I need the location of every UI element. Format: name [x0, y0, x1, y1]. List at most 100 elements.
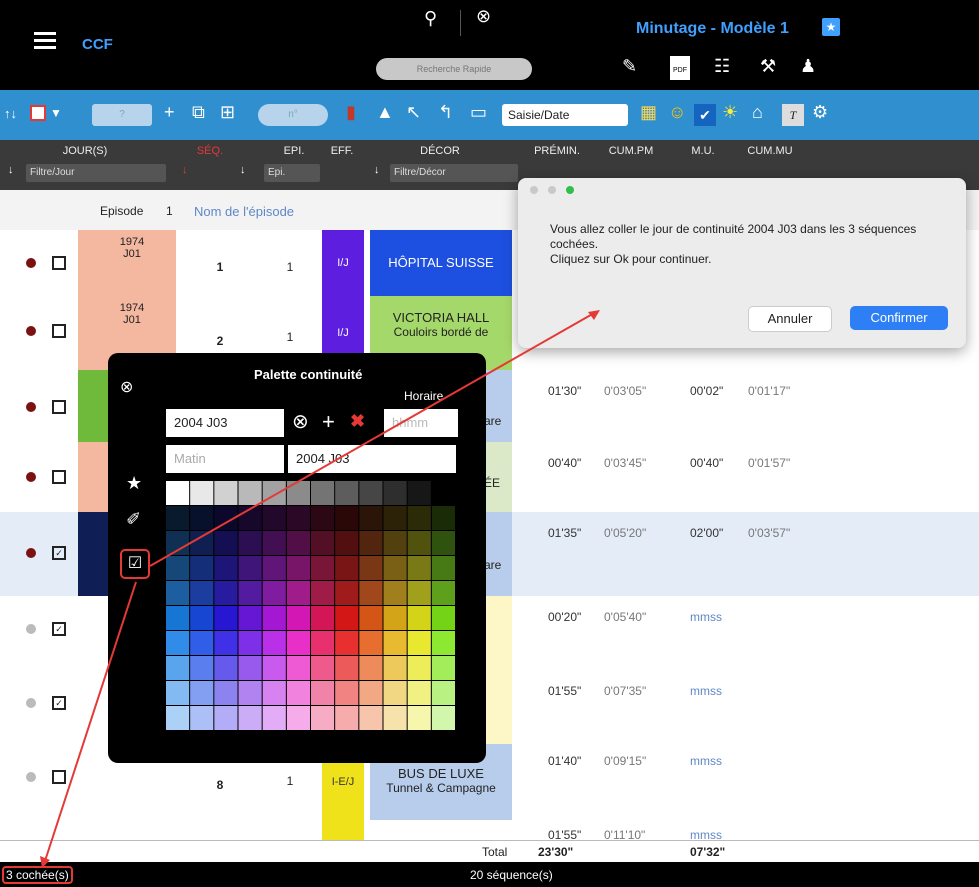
color-swatch[interactable]: [286, 556, 310, 580]
zoom-dot[interactable]: [566, 186, 574, 194]
color-swatch[interactable]: [286, 581, 310, 605]
color-swatch[interactable]: [407, 681, 431, 705]
color-swatch[interactable]: [286, 681, 310, 705]
color-swatch[interactable]: [359, 706, 383, 730]
color-swatch[interactable]: [383, 706, 407, 730]
color-swatch[interactable]: [311, 481, 335, 505]
color-swatch[interactable]: [190, 656, 214, 680]
color-swatch[interactable]: [262, 706, 286, 730]
eff-cell[interactable]: I/J: [322, 230, 364, 296]
color-swatch[interactable]: [166, 631, 190, 655]
color-swatch[interactable]: [383, 656, 407, 680]
eyedropper-icon[interactable]: ✐: [126, 509, 141, 530]
color-swatch[interactable]: [383, 556, 407, 580]
episode-name-input[interactable]: Nom de l'épisode: [194, 204, 294, 219]
color-swatch[interactable]: [431, 556, 455, 580]
color-swatch[interactable]: [335, 581, 359, 605]
favorite-star-icon[interactable]: ★: [822, 18, 840, 36]
color-swatch[interactable]: [286, 656, 310, 680]
calendar-grid-icon[interactable]: ▦: [640, 102, 657, 123]
moment-input[interactable]: Matin: [166, 445, 284, 473]
color-swatch[interactable]: [238, 506, 262, 530]
color-swatch[interactable]: [214, 581, 238, 605]
grid-icon[interactable]: ⊞: [220, 102, 235, 123]
color-swatch[interactable]: [311, 581, 335, 605]
color-swatch[interactable]: [311, 531, 335, 555]
color-swatch[interactable]: [359, 481, 383, 505]
color-swatch[interactable]: [383, 506, 407, 530]
pdf-icon[interactable]: PDF: [670, 56, 690, 80]
row-checkbox[interactable]: [52, 470, 66, 484]
jour-filter-select[interactable]: Filtre/Jour: [26, 164, 166, 182]
color-swatch[interactable]: [311, 706, 335, 730]
color-swatch[interactable]: [407, 581, 431, 605]
color-swatch[interactable]: [238, 706, 262, 730]
eff-cell[interactable]: [322, 820, 364, 840]
color-swatch[interactable]: [335, 656, 359, 680]
color-swatch[interactable]: [359, 606, 383, 630]
epi-filter-select[interactable]: Epi.: [264, 164, 320, 182]
color-swatch[interactable]: [262, 481, 286, 505]
search-icon[interactable]: ⚲: [424, 8, 437, 29]
color-swatch[interactable]: [407, 706, 431, 730]
color-swatch[interactable]: [286, 506, 310, 530]
horaire-input[interactable]: hhmm: [384, 409, 458, 437]
header-epi[interactable]: EPI.: [264, 145, 324, 157]
saisie-select[interactable]: Saisie/Date: [502, 104, 628, 126]
gear-icon[interactable]: ⚙: [812, 102, 828, 123]
delete-icon[interactable]: ✖: [350, 411, 365, 432]
day-field[interactable]: 2004 J03: [166, 409, 284, 437]
calendar-icon[interactable]: ▭: [470, 102, 487, 123]
close-dot[interactable]: [530, 186, 538, 194]
color-swatch[interactable]: [286, 606, 310, 630]
color-swatch[interactable]: [335, 681, 359, 705]
color-swatch[interactable]: [190, 506, 214, 530]
color-grid[interactable]: [166, 481, 456, 731]
color-swatch[interactable]: [238, 481, 262, 505]
decor-filter-select[interactable]: Filtre/Décor: [390, 164, 518, 182]
color-swatch[interactable]: [214, 506, 238, 530]
add-icon[interactable]: +: [164, 102, 175, 123]
mu-placeholder[interactable]: mmss: [690, 684, 722, 698]
color-swatch[interactable]: [190, 681, 214, 705]
color-swatch[interactable]: [238, 581, 262, 605]
color-swatch[interactable]: [311, 506, 335, 530]
color-swatch[interactable]: [214, 681, 238, 705]
row-checkbox-checked[interactable]: ✓: [52, 622, 66, 636]
color-swatch[interactable]: [335, 706, 359, 730]
row-checkbox-checked[interactable]: ✓: [52, 696, 66, 710]
color-swatch[interactable]: [335, 506, 359, 530]
color-swatch[interactable]: [335, 556, 359, 580]
color-swatch[interactable]: [238, 631, 262, 655]
sort-down-icon[interactable]: ↓: [182, 164, 188, 176]
color-swatch[interactable]: [238, 606, 262, 630]
color-swatch[interactable]: [407, 531, 431, 555]
color-swatch[interactable]: [238, 681, 262, 705]
add-icon[interactable]: +: [322, 409, 335, 435]
clear-search-icon[interactable]: ⊗: [476, 6, 491, 27]
arrow-icon[interactable]: ↰: [438, 102, 453, 123]
color-swatch[interactable]: [166, 531, 190, 555]
menu-icon[interactable]: [34, 28, 56, 53]
number-input[interactable]: n°: [258, 104, 328, 126]
arrow-up-left-icon[interactable]: ↖: [406, 102, 421, 123]
color-swatch[interactable]: [166, 606, 190, 630]
color-swatch[interactable]: [286, 631, 310, 655]
home-icon[interactable]: ⌂: [752, 102, 763, 123]
edit-icon[interactable]: ✎: [622, 56, 637, 77]
color-swatch[interactable]: [431, 631, 455, 655]
color-swatch[interactable]: [359, 531, 383, 555]
header-seq[interactable]: SÉQ.: [180, 145, 240, 157]
color-swatch[interactable]: [262, 531, 286, 555]
color-swatch[interactable]: [286, 531, 310, 555]
color-swatch[interactable]: [214, 631, 238, 655]
sort-arrows-icon[interactable]: ↑↓: [4, 106, 17, 121]
color-swatch[interactable]: [262, 631, 286, 655]
color-swatch[interactable]: [166, 706, 190, 730]
color-select-icon[interactable]: [30, 105, 46, 121]
color-swatch[interactable]: [190, 556, 214, 580]
header-mu[interactable]: M.U.: [670, 145, 736, 157]
color-swatch[interactable]: [431, 681, 455, 705]
color-swatch[interactable]: [190, 706, 214, 730]
color-swatch[interactable]: [262, 581, 286, 605]
